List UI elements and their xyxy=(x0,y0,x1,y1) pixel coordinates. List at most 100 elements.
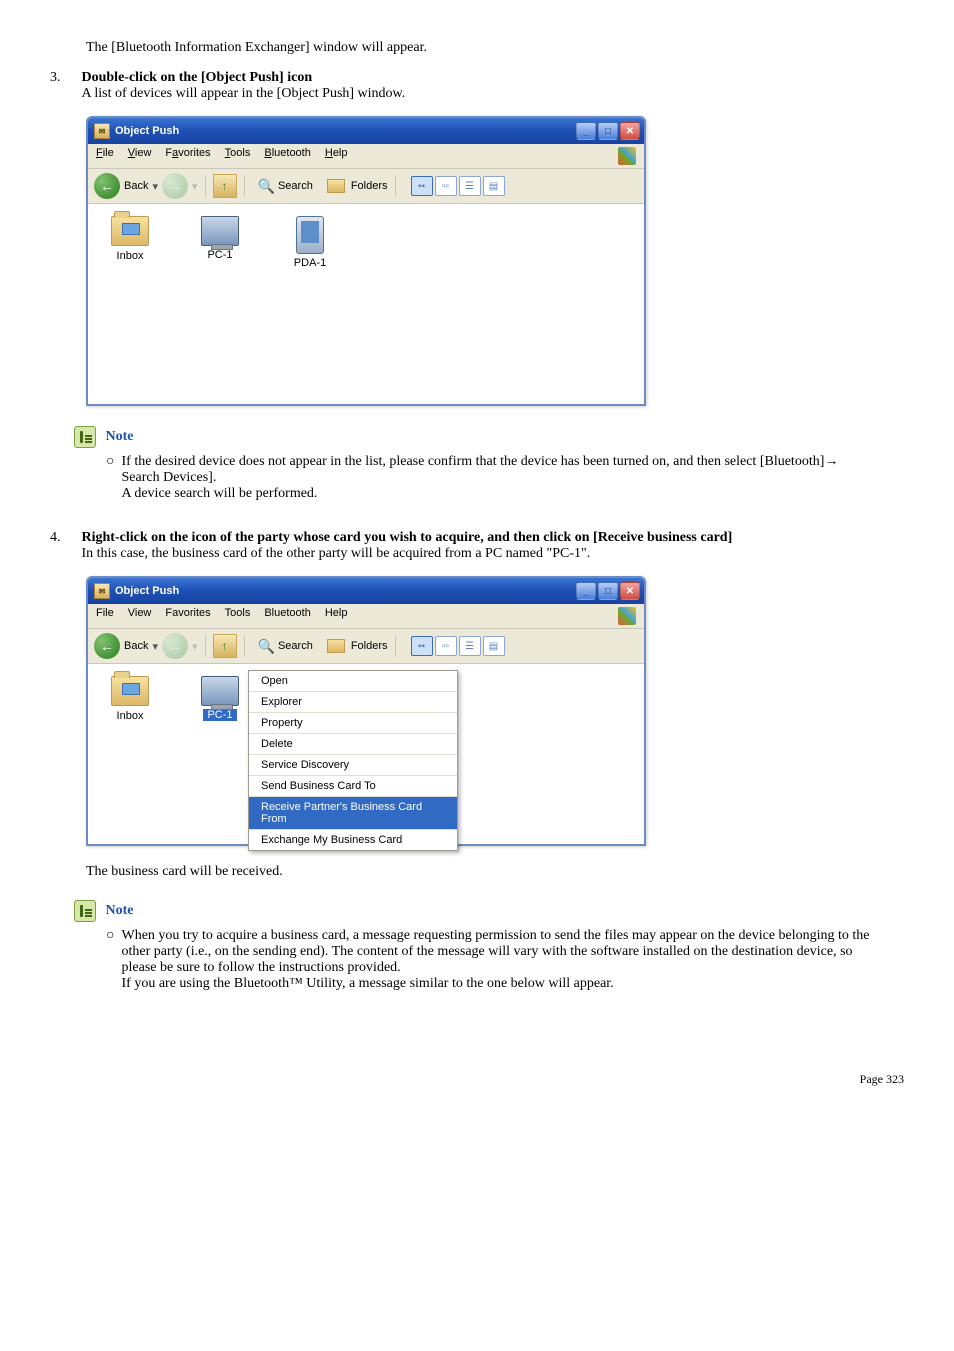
menu-bluetooth[interactable]: Bluetooth xyxy=(264,607,310,625)
toolbar-separator xyxy=(395,635,396,657)
inbox-icon xyxy=(111,676,149,706)
toolbar-separator xyxy=(205,635,206,657)
ctx-delete[interactable]: Delete xyxy=(249,734,457,755)
inbox-label: Inbox xyxy=(117,710,144,722)
menu-file[interactable]: File xyxy=(96,607,114,625)
menu-help[interactable]: Help xyxy=(325,147,348,165)
menu-bluetooth[interactable]: Bluetooth xyxy=(264,147,311,165)
menu-file[interactable]: File xyxy=(96,147,114,165)
forward-button[interactable]: → xyxy=(162,633,188,659)
view-list[interactable]: ☰ xyxy=(459,636,481,656)
windows-logo-icon xyxy=(618,607,636,625)
titlebar: ✉ Object Push _ □ ✕ xyxy=(88,578,644,604)
windows-logo-icon xyxy=(618,147,636,165)
inbox-icon xyxy=(111,216,149,246)
pc1-item[interactable]: PC-1 xyxy=(190,676,250,832)
window-icon: ✉ xyxy=(94,583,110,599)
back-dropdown-icon[interactable]: ▾ xyxy=(152,640,158,653)
view-details[interactable]: ▤ xyxy=(483,636,505,656)
inbox-item[interactable]: Inbox xyxy=(100,216,160,392)
step3-num: 3. xyxy=(50,70,78,86)
note-icon xyxy=(74,900,96,922)
inbox-item[interactable]: Inbox xyxy=(100,676,160,832)
step4-title: Right-click on the icon of the party who… xyxy=(82,530,733,545)
bullet: ○ xyxy=(106,454,118,470)
menu-view[interactable]: View xyxy=(128,147,152,165)
toolbar: ← Back ▾ → ▾ ↑ 🔍 Search Folders ▪▪ ▫▫ ☰ … xyxy=(88,629,644,664)
ctx-explorer[interactable]: Explorer xyxy=(249,692,457,713)
menu-favorites[interactable]: Favorites xyxy=(165,147,210,165)
page-footer: Page 323 xyxy=(50,1072,904,1087)
forward-dropdown-icon[interactable]: ▾ xyxy=(192,180,198,193)
client-area: Inbox PC-1 PDA-1 xyxy=(88,204,644,404)
view-small-icons[interactable]: ▫▫ xyxy=(435,636,457,656)
note2-line1: When you try to acquire a business card,… xyxy=(122,928,870,975)
window-object-push-1: ✉ Object Push _ □ ✕ File View Favorites … xyxy=(86,116,646,406)
back-button[interactable]: ← xyxy=(94,633,120,659)
window-icon: ✉ xyxy=(94,123,110,139)
minimize-button[interactable]: _ xyxy=(576,122,596,140)
pda-icon xyxy=(296,216,324,254)
menu-tools[interactable]: Tools xyxy=(225,607,251,625)
ctx-open[interactable]: Open xyxy=(249,671,457,692)
ctx-send-card[interactable]: Send Business Card To xyxy=(249,776,457,797)
close-button[interactable]: ✕ xyxy=(620,582,640,600)
back-label[interactable]: Back xyxy=(124,640,148,652)
view-large-icons[interactable]: ▪▪ xyxy=(411,176,433,196)
pda1-item[interactable]: PDA-1 xyxy=(280,216,340,392)
close-button[interactable]: ✕ xyxy=(620,122,640,140)
inbox-label: Inbox xyxy=(117,250,144,262)
back-button[interactable]: ← xyxy=(94,173,120,199)
folders-button[interactable]: Folders xyxy=(327,179,388,193)
view-small-icons[interactable]: ▫▫ xyxy=(435,176,457,196)
search-button[interactable]: 🔍 Search xyxy=(258,638,313,655)
menu-view[interactable]: View xyxy=(128,607,152,625)
menu-bar: File View Favorites Tools Bluetooth Help xyxy=(88,144,644,169)
search-icon: 🔍 xyxy=(258,638,275,655)
menu-tools[interactable]: Tools xyxy=(225,147,251,165)
note-label: Note xyxy=(106,903,134,918)
window-title: Object Push xyxy=(115,585,179,597)
step3-sub: A list of devices will appear in the [Ob… xyxy=(82,86,406,101)
titlebar: ✉ Object Push _ □ ✕ xyxy=(88,118,644,144)
maximize-button[interactable]: □ xyxy=(598,582,618,600)
up-button[interactable]: ↑ xyxy=(213,634,237,658)
menu-bar: File View Favorites Tools Bluetooth Help xyxy=(88,604,644,629)
search-label: Search xyxy=(278,180,313,192)
note-icon xyxy=(74,426,96,448)
view-list[interactable]: ☰ xyxy=(459,176,481,196)
folders-button[interactable]: Folders xyxy=(327,639,388,653)
note1-line1: If the desired device does not appear in… xyxy=(122,454,839,485)
pc1-item[interactable]: PC-1 xyxy=(190,216,250,392)
menu-favorites[interactable]: Favorites xyxy=(165,607,210,625)
step4-sub: In this case, the business card of the o… xyxy=(82,546,591,561)
ctx-exchange-card[interactable]: Exchange My Business Card xyxy=(249,830,457,850)
forward-dropdown-icon[interactable]: ▾ xyxy=(192,640,198,653)
folders-label: Folders xyxy=(351,180,388,192)
pda1-label: PDA-1 xyxy=(294,257,326,269)
toolbar-separator xyxy=(244,175,245,197)
ctx-receive-card[interactable]: Receive Partner's Business Card From xyxy=(249,797,457,830)
ctx-property[interactable]: Property xyxy=(249,713,457,734)
minimize-button[interactable]: _ xyxy=(576,582,596,600)
back-dropdown-icon[interactable]: ▾ xyxy=(152,180,158,193)
bullet: ○ xyxy=(106,928,118,944)
toolbar-separator xyxy=(205,175,206,197)
window-object-push-2: ✉ Object Push _ □ ✕ File View Favorites … xyxy=(86,576,646,846)
back-label[interactable]: Back xyxy=(124,180,148,192)
ctx-service-discovery[interactable]: Service Discovery xyxy=(249,755,457,776)
toolbar: ← Back ▾ → ▾ ↑ 🔍 Search Folders ▪▪ ▫▫ ☰ … xyxy=(88,169,644,204)
up-button[interactable]: ↑ xyxy=(213,174,237,198)
view-details[interactable]: ▤ xyxy=(483,176,505,196)
forward-button[interactable]: → xyxy=(162,173,188,199)
note2-line2: If you are using the Bluetooth™ Utility,… xyxy=(122,976,614,991)
intro-line: The [Bluetooth Information Exchanger] wi… xyxy=(86,40,904,56)
view-large-icons[interactable]: ▪▪ xyxy=(411,636,433,656)
menu-help[interactable]: Help xyxy=(325,607,348,625)
search-button[interactable]: 🔍 Search xyxy=(258,178,313,195)
pc-icon xyxy=(201,216,239,246)
maximize-button[interactable]: □ xyxy=(598,122,618,140)
pc1-label: PC-1 xyxy=(203,709,236,721)
pc1-label: PC-1 xyxy=(207,249,232,261)
pc-icon xyxy=(201,676,239,706)
